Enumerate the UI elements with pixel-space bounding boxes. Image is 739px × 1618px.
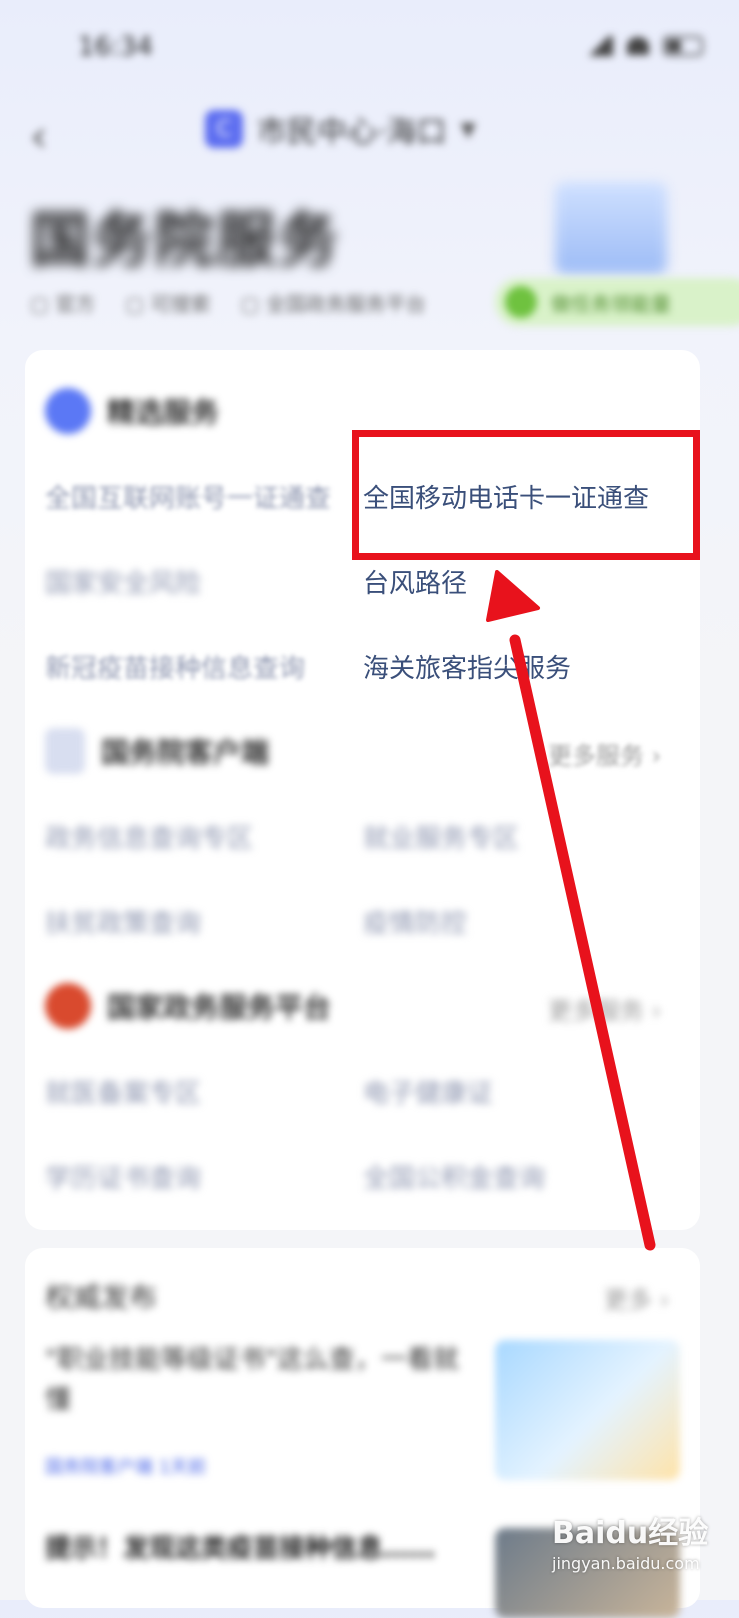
section-platform-header: 国家政务服务平台 xyxy=(45,983,331,1029)
wifi-icon xyxy=(627,37,649,55)
mascot-icon xyxy=(505,286,537,318)
service-item[interactable]: 疫情防控 xyxy=(363,903,467,940)
more-label: 更多 xyxy=(604,1286,652,1314)
section-client-header: 国务院客户端 xyxy=(45,728,269,774)
service-item[interactable]: 就医备案专区 xyxy=(45,1073,201,1110)
watermark-url: jingyan.baidu.com xyxy=(552,1554,700,1573)
status-bar: 16:34 xyxy=(0,0,739,90)
battery-icon xyxy=(663,36,703,56)
national-emblem-icon xyxy=(45,983,91,1029)
page-title: 国务院服务 xyxy=(30,206,340,276)
section-featured-header: 精选服务 xyxy=(45,388,219,434)
service-item-typhoon-path[interactable]: 台风路径 xyxy=(363,563,467,600)
service-item[interactable]: 新冠疫苗接种信息查询 xyxy=(45,648,305,685)
news-headline-2[interactable]: 提示！发现这类疫苗接种信息…… xyxy=(45,1528,435,1565)
service-item[interactable]: 国家安全风险 xyxy=(45,563,201,600)
task-badge-label: 做任务领能量 xyxy=(551,291,671,316)
header-meta: 官方 可搜索 全国政务服务平台 xyxy=(30,288,426,317)
nav-location-selector[interactable]: C 市民中心·海口 ▼ xyxy=(205,107,476,151)
service-item[interactable]: 就业服务专区 xyxy=(363,818,519,855)
baidu-watermark: Baidu经验 jingyan.baidu.com xyxy=(552,1508,708,1573)
nav-bar: ‹ C 市民中心·海口 ▼ xyxy=(0,95,739,165)
section-title: 国家政务服务平台 xyxy=(107,991,332,1024)
meta-item: 官方 xyxy=(30,288,95,317)
news-more-link[interactable]: 更多 › xyxy=(604,1280,669,1315)
more-label: 更多服务 xyxy=(548,997,644,1025)
news-thumbnail[interactable] xyxy=(495,1340,680,1480)
more-services-link[interactable]: 更多服务 › xyxy=(548,736,661,771)
signal-icon xyxy=(585,36,613,56)
service-item-customs[interactable]: 海关旅客指尖服务 xyxy=(363,648,571,685)
status-time: 16:34 xyxy=(78,32,153,62)
building-illustration xyxy=(555,182,667,274)
nav-title: 市民中心·海口 xyxy=(257,115,447,150)
app-logo-icon: C xyxy=(205,110,243,148)
service-item[interactable]: 全国互联网账号一证通查 xyxy=(45,478,331,515)
meta-item: 全国政务服务平台 xyxy=(241,288,426,317)
task-badge[interactable]: 做任务领能量 xyxy=(495,278,739,326)
news-section-title: 权威发布 xyxy=(45,1281,158,1314)
service-item[interactable]: 政务信息查询专区 xyxy=(45,818,253,855)
more-label: 更多服务 xyxy=(548,742,644,770)
watermark-logo: Baidu经验 xyxy=(552,1516,709,1551)
section-title: 精选服务 xyxy=(107,396,220,429)
section-title: 国务院客户端 xyxy=(101,736,270,769)
service-item[interactable]: 学历证书查询 xyxy=(45,1158,201,1195)
meta-item: 可搜索 xyxy=(125,288,211,317)
shield-icon xyxy=(45,728,85,774)
more-services-link[interactable]: 更多服务 › xyxy=(548,991,661,1026)
news-headline[interactable]: "职业技能等级证书"这么查，一看就懂 xyxy=(45,1340,465,1420)
featured-icon xyxy=(45,388,91,434)
service-item[interactable]: 扶贫政策查询 xyxy=(45,903,201,940)
back-icon[interactable]: ‹ xyxy=(30,111,48,162)
chevron-down-icon: ▼ xyxy=(460,117,476,141)
annotation-highlight-box xyxy=(352,430,700,560)
service-item[interactable]: 全国公积金查询 xyxy=(363,1158,545,1195)
service-item[interactable]: 电子健康证 xyxy=(363,1073,493,1110)
news-meta: 国务院客户端 1天前 xyxy=(45,1457,207,1478)
